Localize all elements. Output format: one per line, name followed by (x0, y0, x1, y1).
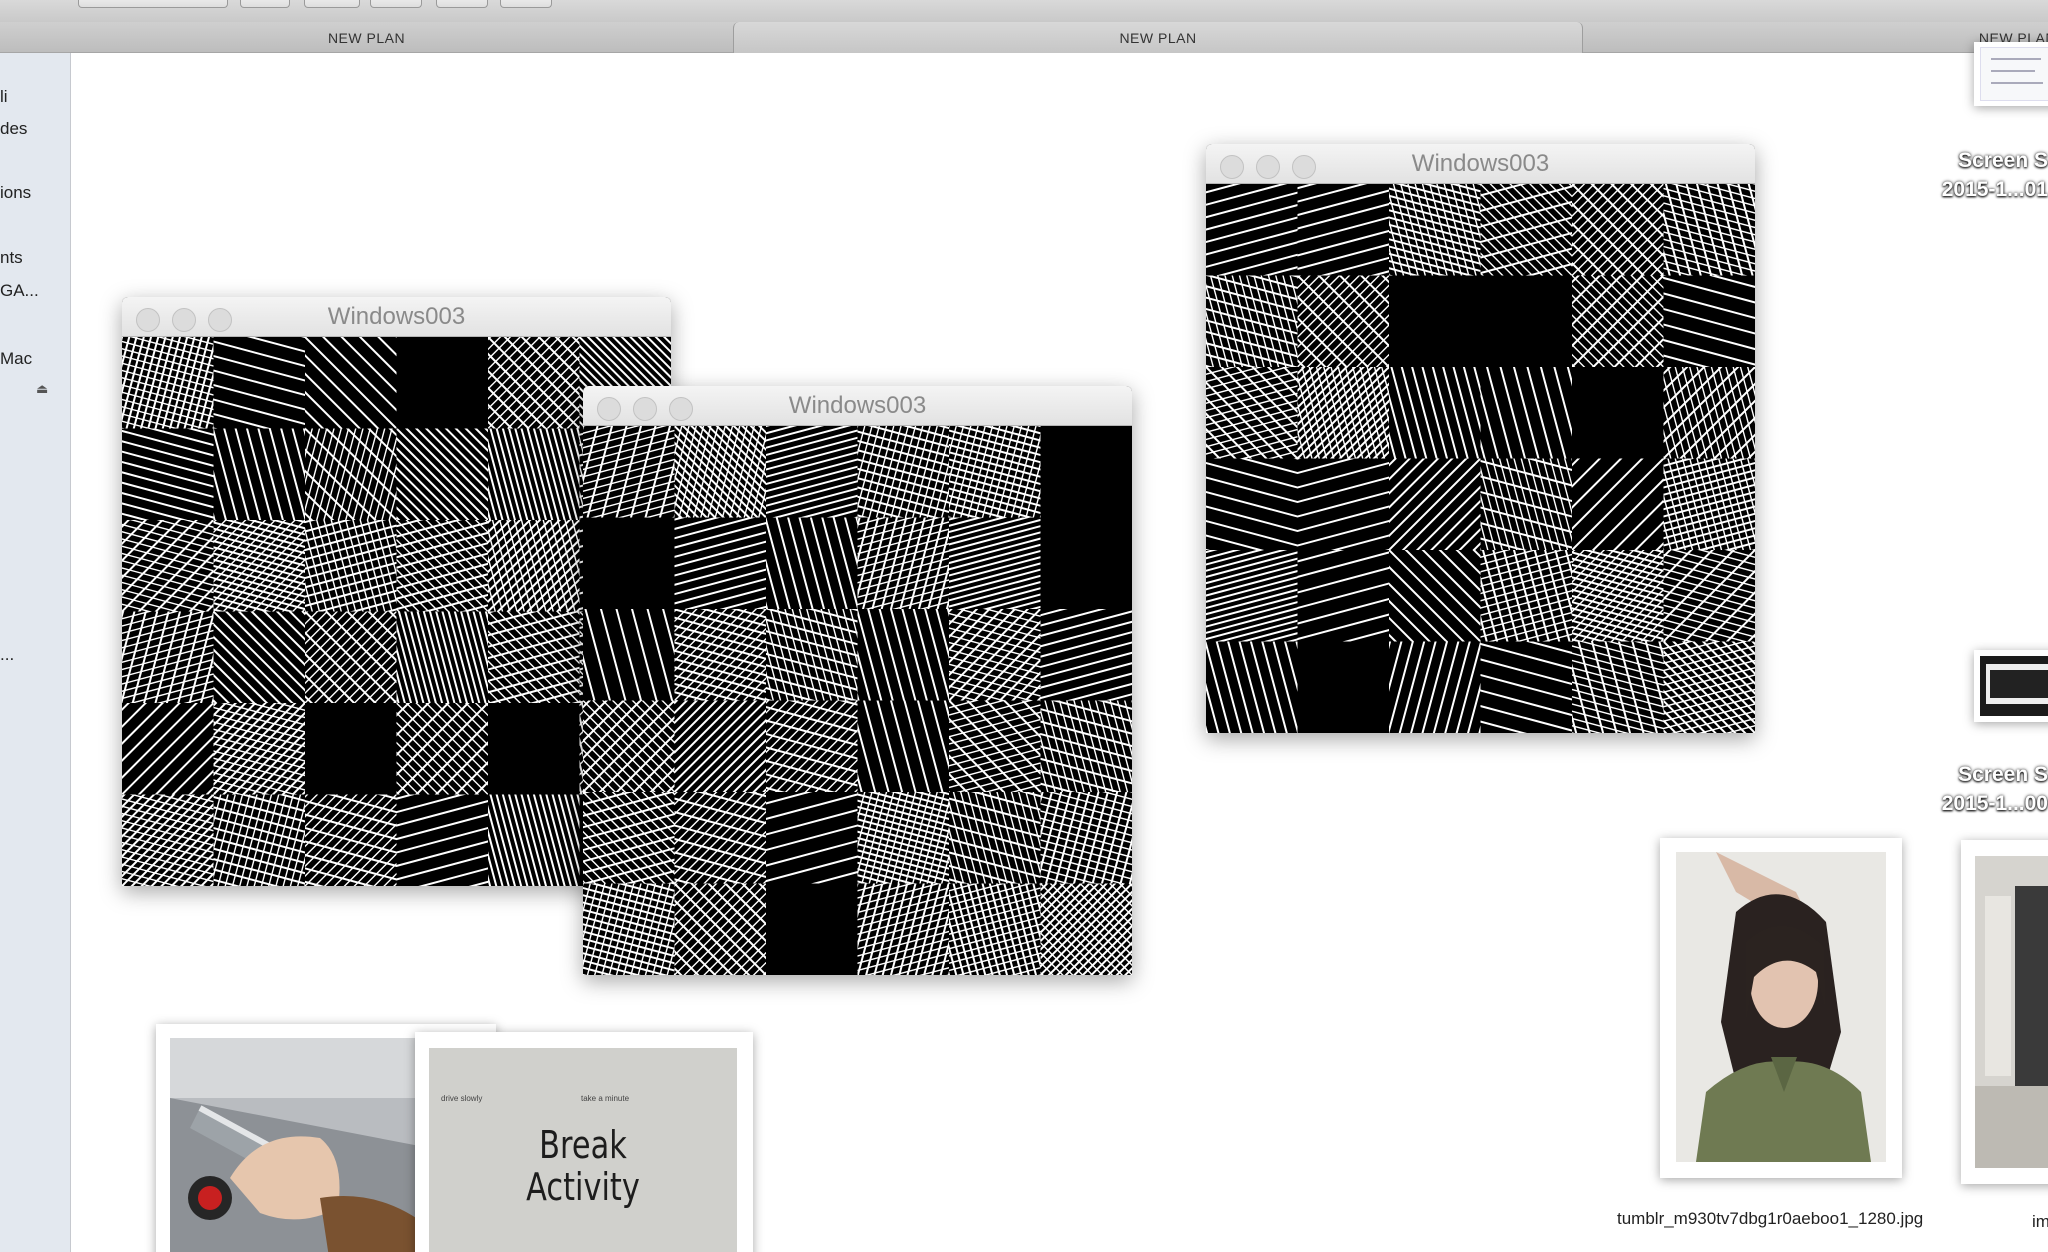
window-title: Windows003 (788, 392, 927, 419)
sidebar-item-5[interactable]: GA... (0, 281, 39, 301)
sidebar-item-more[interactable]: ... (0, 645, 14, 665)
file-name-line2: 2015-1...00 (1941, 792, 2048, 815)
tab-bar: NEW PLAN NEW PLAN NEW PLAN (0, 22, 2048, 53)
document-preview (1980, 47, 2048, 101)
small-caption-left: drive slowly (441, 1094, 483, 1103)
desktop: NEW PLAN NEW PLAN NEW PLAN li des ions n… (0, 0, 2048, 1252)
processing-window-2[interactable]: Windows003 (583, 386, 1132, 975)
arrange-button[interactable] (240, 0, 290, 8)
file-caption-jpg[interactable]: tumblr_m930tv7dbg1r0aeboo1_1280.jpg (1617, 1209, 1923, 1229)
finder-sidebar: li des ions nts GA... Mac ⏏ ... (0, 53, 71, 1252)
portrait-image (1676, 852, 1886, 1162)
generative-pattern-canvas (583, 426, 1132, 975)
quicklook-button[interactable] (500, 0, 552, 8)
eject-icon[interactable]: ⏏ (36, 381, 48, 397)
tags-button[interactable] (436, 0, 488, 8)
share-button[interactable] (370, 0, 422, 8)
break-activity-image: drive slowly take a minute Break Activity (429, 1048, 737, 1252)
screenshot-thumbnail-2[interactable] (1974, 650, 2048, 722)
small-caption-right: take a minute (581, 1094, 630, 1103)
screenshot-thumbnail-1[interactable] (1974, 42, 2048, 106)
tab-label: NEW PLAN (1119, 29, 1197, 46)
break-activity-text: Break Activity (526, 1123, 640, 1209)
view-mode-buttons[interactable] (78, 0, 228, 8)
screenshot-label-2[interactable]: Screen S 2015-1...00 (1900, 760, 2048, 818)
screenshot-label-1[interactable]: Screen S 2015-1...01 (1900, 146, 2048, 204)
sidebar-item-1[interactable]: li (0, 87, 8, 107)
sidebar-item-2[interactable]: des (0, 119, 27, 139)
generative-pattern-canvas (1206, 184, 1755, 733)
action-button[interactable] (304, 0, 360, 8)
tab-label: NEW PLAN (327, 29, 406, 46)
screenshot-preview (1980, 656, 2048, 716)
sidebar-item-4[interactable]: nts (0, 248, 23, 268)
processing-window-3[interactable]: Windows003 (1206, 144, 1755, 733)
photo-thumbnail-partial[interactable] (1961, 840, 2048, 1184)
finder-toolbar (0, 0, 2048, 22)
file-name-line1: Screen S (1958, 763, 2048, 786)
file-name-line1: Screen S (1958, 149, 2048, 172)
tab-new-plan-2[interactable]: NEW PLAN (733, 22, 1583, 53)
sidebar-item-3[interactable]: ions (0, 183, 31, 203)
sidebar-item-mac[interactable]: Mac (0, 349, 32, 369)
window-title: Windows003 (1411, 150, 1550, 177)
photo-thumbnail-break-activity[interactable]: drive slowly take a minute Break Activity (415, 1032, 753, 1252)
file-caption-im[interactable]: im (2032, 1212, 2048, 1232)
photo-thumbnail-portrait[interactable] (1660, 838, 1902, 1178)
window-title: Windows003 (327, 303, 466, 330)
file-name-line2: 2015-1...01 (1941, 178, 2048, 201)
tab-new-plan-1[interactable]: NEW PLAN (0, 22, 733, 53)
interior-image (1975, 856, 2048, 1168)
